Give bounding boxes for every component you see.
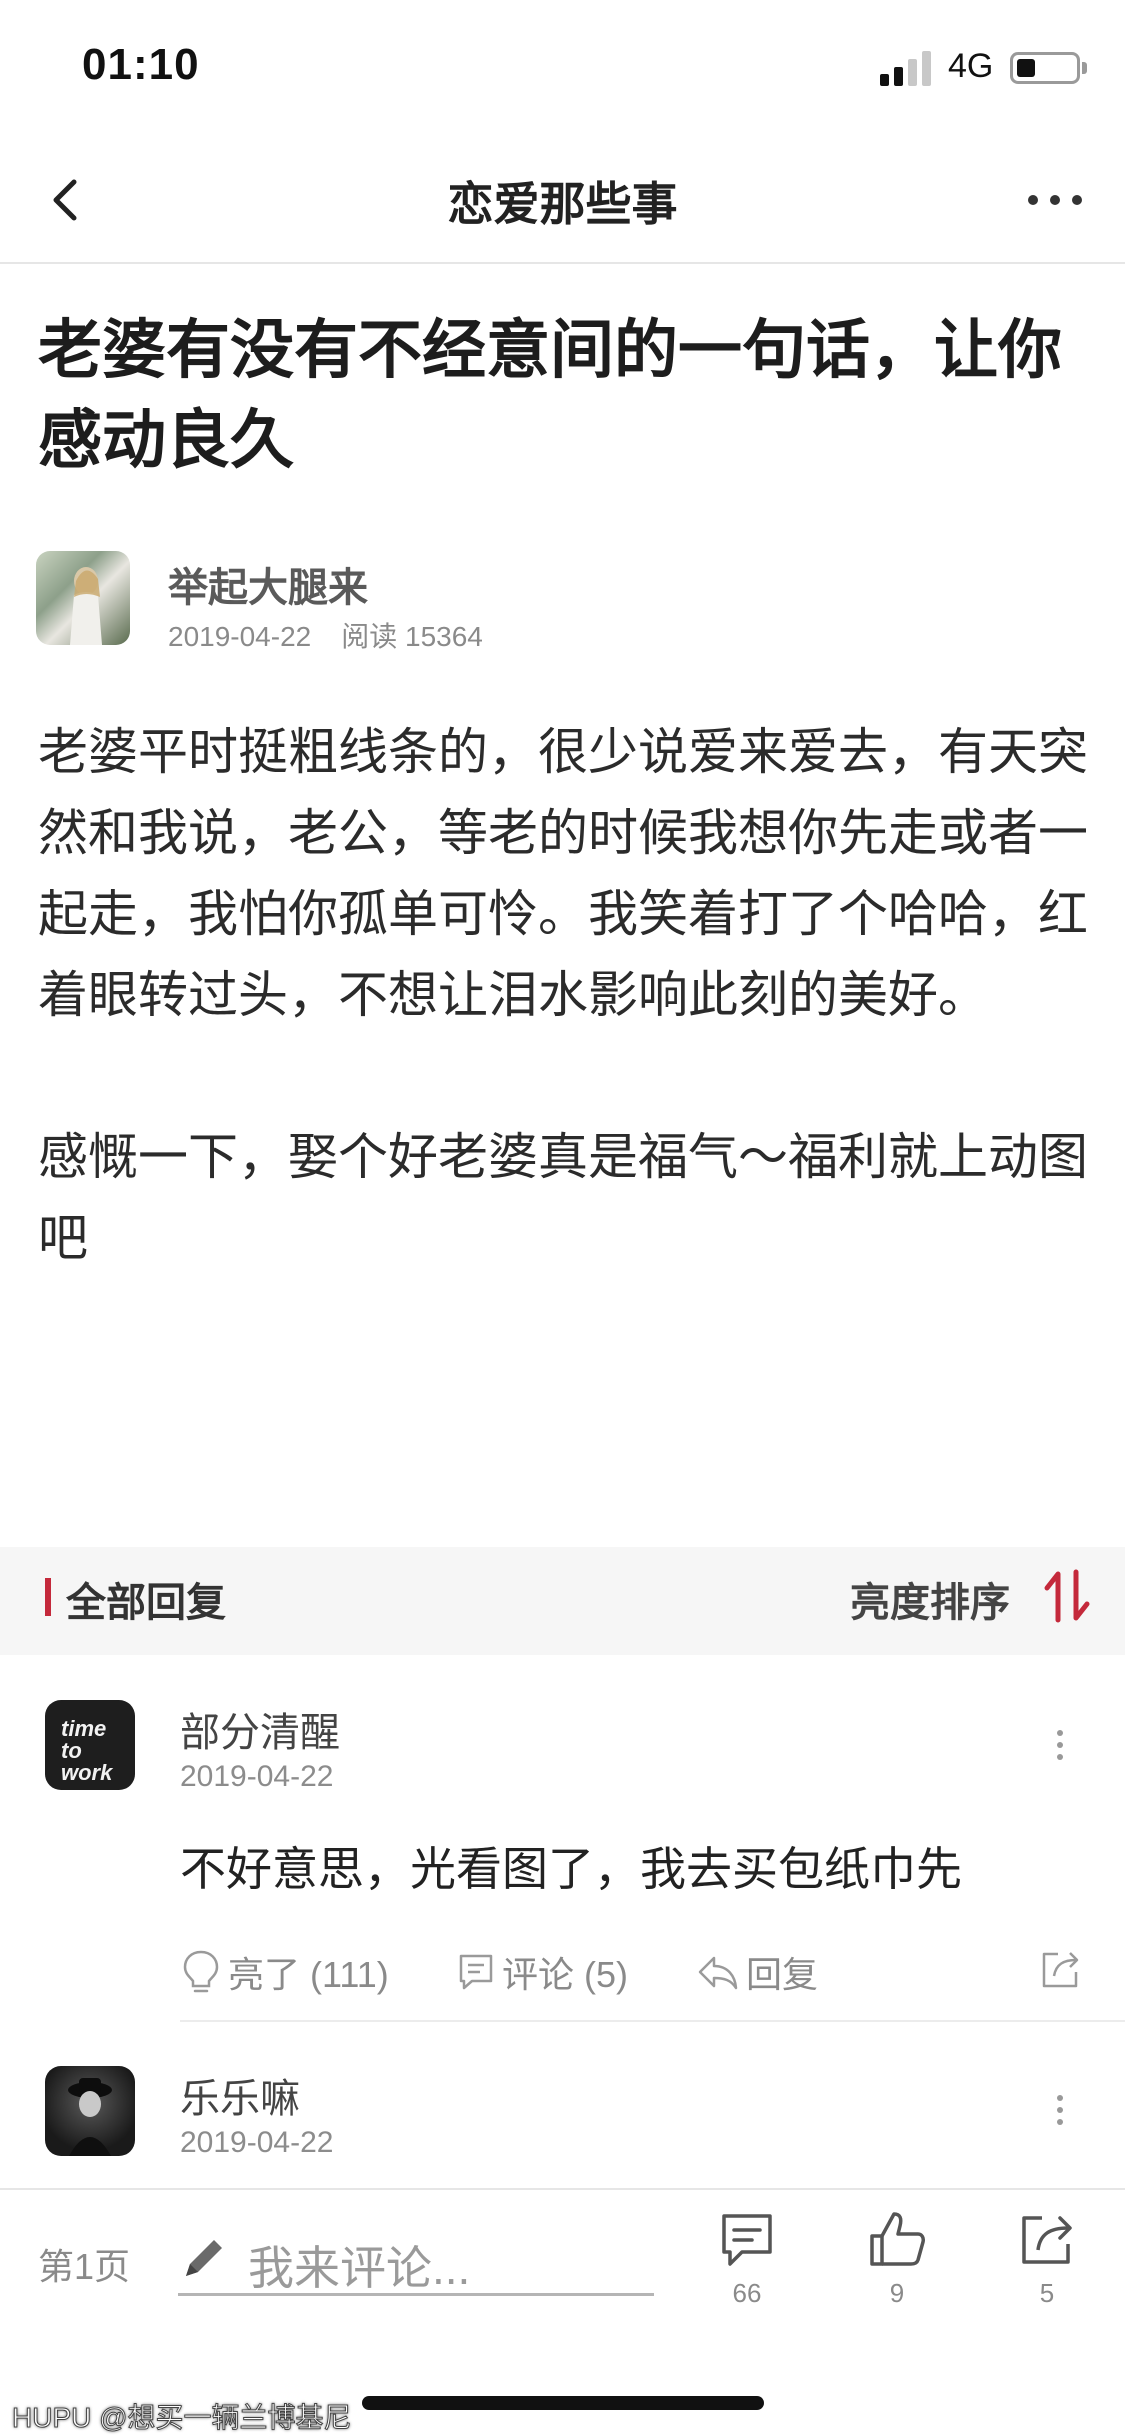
- likes-count: 9: [889, 2278, 905, 2308]
- nav-divider: [0, 262, 1125, 264]
- post-body: 老婆平时挺粗线条的，很少说爱来爱去，有天突然和我说，老公，等老的时候我想你先走或…: [38, 724, 1088, 1266]
- comments-icon[interactable]: [716, 2208, 778, 2270]
- avatar-figure: [70, 567, 102, 645]
- post-title: 老婆有没有不经意间的一句话，让你感动良久: [38, 314, 1062, 476]
- lightbulb-icon: [183, 1950, 219, 1993]
- share-icon[interactable]: [1038, 1946, 1084, 1992]
- avatar-figure: [68, 2078, 112, 2156]
- section-marker: [45, 1578, 51, 1616]
- comments-count: 66: [732, 2278, 762, 2308]
- post-meta: 2019-04-22 阅读 15364: [168, 615, 483, 655]
- share-icon[interactable]: [1016, 2208, 1078, 2270]
- more-icon[interactable]: [1020, 180, 1090, 220]
- comment-divider: [180, 2020, 1125, 2022]
- comment-label: 评论 (5): [502, 1954, 629, 1995]
- signal-icon: [880, 51, 931, 86]
- thumbs-up-icon[interactable]: [866, 2208, 928, 2270]
- avatar-text: time to work: [61, 1716, 113, 1785]
- comment-more-icon[interactable]: [1050, 2090, 1070, 2130]
- comment-icon: [459, 1954, 493, 1990]
- shares-count: 5: [1039, 2278, 1055, 2308]
- comment-text: 不好意思，光看图了，我去买包纸巾先: [180, 1843, 962, 1895]
- watermark: HUPU @想买一辆兰博基尼: [12, 2402, 353, 2434]
- post-views: 阅读 15364: [341, 621, 483, 652]
- home-indicator[interactable]: [362, 2396, 764, 2410]
- all-replies-label: 全部回复: [66, 1581, 226, 1625]
- comment-date: 2019-04-22: [180, 1760, 334, 1793]
- sort-icon[interactable]: [1042, 1568, 1092, 1624]
- comment-avatar[interactable]: [45, 2066, 135, 2156]
- comment-avatar[interactable]: time to work: [45, 1700, 135, 1790]
- battery-tip: [1082, 62, 1087, 74]
- reply-label: 回复: [746, 1954, 819, 1995]
- comment-author[interactable]: 乐乐嘛: [180, 2066, 300, 2124]
- author-avatar[interactable]: [36, 551, 130, 645]
- battery-icon: [1010, 52, 1080, 84]
- comment-more-icon[interactable]: [1050, 1725, 1070, 1765]
- pencil-icon: [186, 2240, 222, 2276]
- comment-placeholder[interactable]: 我来评论...: [248, 2232, 470, 2298]
- status-time: 01:10: [82, 40, 200, 89]
- post-date: 2019-04-22: [168, 621, 312, 652]
- like-button[interactable]: 亮了 (111): [180, 1946, 389, 1998]
- sort-button[interactable]: 亮度排序: [850, 1570, 1010, 1628]
- comment-author[interactable]: 部分清醒: [180, 1700, 340, 1758]
- page-indicator[interactable]: 第1页: [38, 2238, 130, 2290]
- nav-title: 恋爱那些事: [447, 178, 678, 230]
- comment-button[interactable]: 评论 (5): [456, 1946, 628, 1998]
- like-label: 亮了 (111): [228, 1954, 389, 1995]
- reply-button[interactable]: 回复: [696, 1946, 818, 1998]
- comment-date: 2019-04-22: [180, 2126, 334, 2159]
- network-label: 4G: [948, 47, 994, 85]
- author-name[interactable]: 举起大腿来: [168, 555, 368, 613]
- reply-icon: [698, 1956, 738, 1990]
